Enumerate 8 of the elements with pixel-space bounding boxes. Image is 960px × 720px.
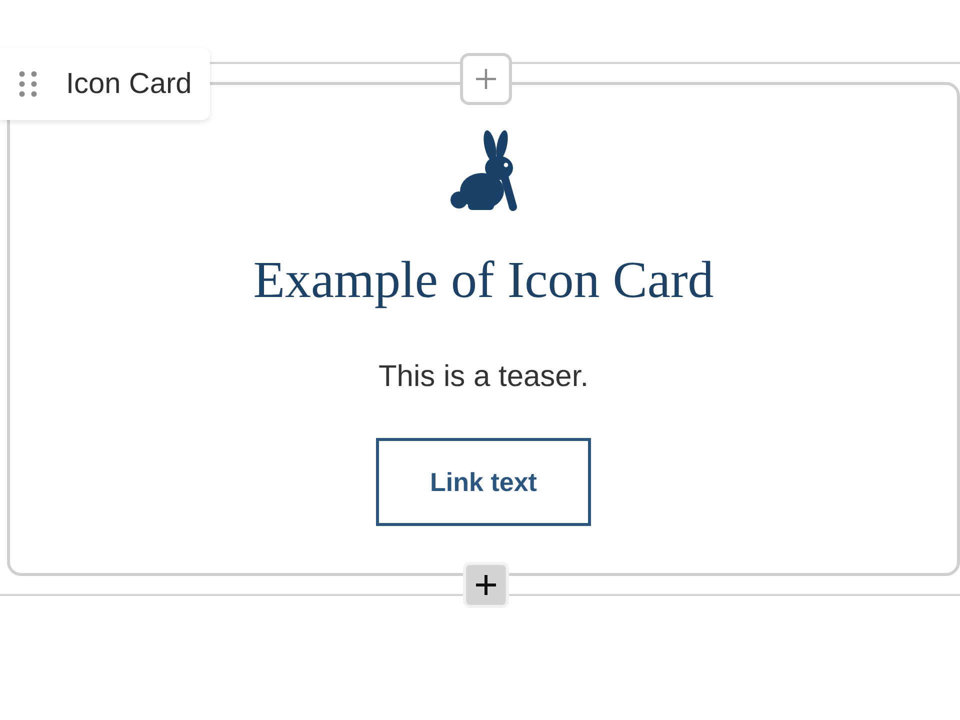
card-teaser: This is a teaser.: [378, 359, 589, 395]
drag-handle-icon[interactable]: [19, 71, 37, 97]
card-heading: Example of Icon Card: [253, 251, 714, 311]
block-title: Icon Card: [66, 68, 192, 100]
link-button[interactable]: Link text: [376, 438, 591, 526]
plus-icon: [476, 69, 496, 89]
plus-icon: [476, 575, 496, 595]
rabbit-icon: [450, 129, 518, 211]
